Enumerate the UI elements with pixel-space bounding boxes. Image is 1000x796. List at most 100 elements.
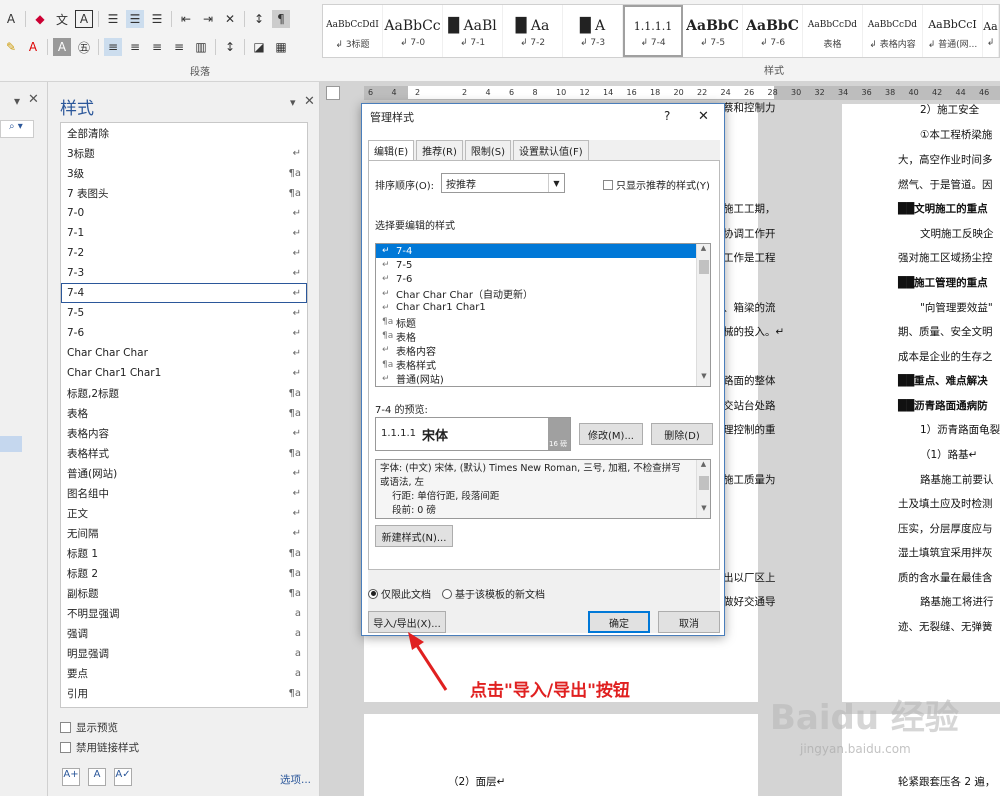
style-item[interactable]: 3级 ¶a	[61, 163, 307, 183]
listbox-item[interactable]: ¶a 标题	[376, 315, 710, 330]
style-item[interactable]: 7-6 ↵	[61, 323, 307, 343]
scroll-up-icon[interactable]: ▲	[697, 244, 710, 258]
new-style-button[interactable]: 新建样式(N)...	[375, 525, 453, 547]
nav-dropdown-icon[interactable]: ▾	[14, 94, 20, 108]
char-border-icon[interactable]: A	[75, 10, 93, 28]
options-link[interactable]: 选项...	[280, 772, 311, 787]
phonetic-guide-icon[interactable]: 文	[53, 10, 71, 28]
justify-icon[interactable]: ≡	[170, 38, 188, 56]
style-item[interactable]: 不明显强调 a	[61, 603, 307, 623]
chevron-down-icon[interactable]: ▼	[548, 174, 564, 192]
style-item[interactable]: 标题 2 ¶a	[61, 563, 307, 583]
style-item[interactable]: 图名组中 ↵	[61, 483, 307, 503]
style-item[interactable]: 表格样式 ¶a	[61, 443, 307, 463]
listbox-item[interactable]: ¶a 表格	[376, 329, 710, 344]
tab-restrict[interactable]: 限制(S)	[464, 140, 512, 160]
numbering-icon[interactable]: ☰	[126, 10, 144, 28]
chinese-layout-icon[interactable]: ✕	[221, 10, 239, 28]
align-right-icon[interactable]: ≡	[148, 38, 166, 56]
font-size-down-icon[interactable]: A	[2, 10, 20, 28]
clear-format-icon[interactable]: ◆	[31, 10, 49, 28]
checkbox-box[interactable]	[60, 742, 71, 753]
scrollbar-thumb[interactable]	[698, 476, 709, 490]
tab-recommend[interactable]: 推荐(R)	[416, 140, 463, 160]
style-item[interactable]: Char Char Char ↵	[61, 343, 307, 363]
style-item[interactable]: 3标题 ↵	[61, 143, 307, 163]
style-item[interactable]: 正文 ↵	[61, 503, 307, 523]
gallery-item[interactable]: Aa ↲	[983, 5, 999, 57]
gallery-item[interactable]: █ Aa ↲ 7-2	[503, 5, 563, 57]
style-item[interactable]: 7 表图头 ¶a	[61, 183, 307, 203]
checkbox-box[interactable]	[60, 722, 71, 733]
radio-button[interactable]	[442, 588, 452, 599]
style-item[interactable]: 强调 a	[61, 623, 307, 643]
gallery-item-selected[interactable]: 1.1.1.1 ↲ 7-4	[623, 5, 683, 57]
style-item[interactable]: 副标题 ¶a	[61, 583, 307, 603]
pane-options-icon[interactable]: ▾	[290, 96, 296, 109]
ok-button[interactable]: 确定	[588, 611, 650, 633]
help-button[interactable]: ?	[664, 109, 670, 123]
listbox-item-selected[interactable]: ↵ 7-4	[376, 244, 710, 259]
style-item[interactable]: 明显强调 a	[61, 643, 307, 663]
style-item[interactable]: 7-5 ↵	[61, 303, 307, 323]
style-item[interactable]: 表格内容 ↵	[61, 423, 307, 443]
style-item[interactable]: 7-3 ↵	[61, 263, 307, 283]
radio-this-document[interactable]: 仅限此文档	[368, 586, 431, 601]
style-item[interactable]: 要点 a	[61, 663, 307, 683]
gallery-item[interactable]: AaBbCcDd 表格	[803, 5, 863, 57]
gallery-item[interactable]: AaBbCcI ↲ 普通(网...	[923, 5, 983, 57]
multilevel-list-icon[interactable]: ☰	[148, 10, 166, 28]
align-center-icon[interactable]: ≡	[126, 38, 144, 56]
show-marks-icon[interactable]: ¶	[272, 10, 290, 28]
font-color-icon[interactable]: A	[24, 38, 42, 56]
style-item[interactable]: 表格 ¶a	[61, 403, 307, 423]
nav-search-icon[interactable]: ⌕ ▾	[0, 120, 34, 138]
style-item[interactable]: 引用 ¶a	[61, 683, 307, 703]
listbox-item[interactable]: ↵ 普通(网站)	[376, 372, 710, 386]
radio-button[interactable]	[368, 588, 378, 599]
listbox-item[interactable]: ↵ 7-6	[376, 272, 710, 286]
radio-template[interactable]: 基于该模板的新文档	[442, 586, 545, 601]
style-item[interactable]: 7-1 ↵	[61, 223, 307, 243]
tab-set-defaults[interactable]: 设置默认值(F)	[513, 140, 589, 160]
style-item[interactable]: 全部清除	[61, 123, 307, 143]
style-item[interactable]: 标题,2标题 ¶a	[61, 383, 307, 403]
gallery-item[interactable]: AaBbCcDd ↲ 表格内容	[863, 5, 923, 57]
tab-edit[interactable]: 编辑(E)	[368, 140, 415, 160]
sort-icon[interactable]: ↕	[250, 10, 268, 28]
style-item[interactable]: 标题 1 ¶a	[61, 543, 307, 563]
modify-button[interactable]: 修改(M)...	[579, 423, 643, 445]
delete-button[interactable]: 删除(D)	[651, 423, 713, 445]
pane-close-icon[interactable]: ✕	[304, 94, 315, 109]
gallery-item[interactable]: █ AaBl ↲ 7-1	[443, 5, 503, 57]
show-preview-checkbox[interactable]: 显示预览	[60, 720, 118, 735]
gallery-item[interactable]: AaBbC ↲ 7-6	[743, 5, 803, 57]
scroll-up-icon[interactable]: ▲	[697, 460, 710, 474]
listbox-item[interactable]: ↵ 表格内容	[376, 343, 710, 358]
disable-linked-checkbox[interactable]: 禁用链接样式	[60, 740, 139, 755]
increase-indent-icon[interactable]: ⇥	[199, 10, 217, 28]
decrease-indent-icon[interactable]: ⇤	[177, 10, 195, 28]
gallery-item[interactable]: AaBbCc ↲ 7-0	[383, 5, 443, 57]
shading-icon[interactable]: ◪	[250, 38, 268, 56]
listbox-scrollbar[interactable]: ▲ ▼	[696, 244, 710, 386]
gallery-item[interactable]: AaBbCcDdI ↲ 3标题	[323, 5, 383, 57]
scroll-down-icon[interactable]: ▼	[697, 504, 710, 518]
listbox-item[interactable]: ↵ Char Char1 Char1	[376, 301, 710, 315]
style-item[interactable]: 无间隔 ↵	[61, 523, 307, 543]
distributed-icon[interactable]: ▥	[192, 38, 210, 56]
style-listbox[interactable]: ↵ 7-4 ↵ 7-5 ↵ 7-6 ↵ Char Char Char（自动更新） ↵ Ch…	[375, 243, 711, 387]
borders-icon[interactable]: ▦	[272, 38, 290, 56]
show-recommended-checkbox[interactable]: 只显示推荐的样式(Y)	[603, 177, 710, 192]
document-page-bottom-left[interactable]	[364, 714, 758, 796]
style-item[interactable]: Char Char1 Char1 ↵	[61, 363, 307, 383]
align-left-icon[interactable]: ≡	[104, 38, 122, 56]
line-spacing-icon[interactable]: ↕	[221, 38, 239, 56]
horizontal-ruler[interactable]: 6 4 2 2 4 6 8 10 12 14 16 18 20 22 24 26 28 30 32 34 36 38 40 4…	[364, 86, 1000, 100]
checkbox-box[interactable]	[603, 179, 613, 190]
description-scrollbar[interactable]: ▲ ▼	[696, 460, 710, 518]
manage-styles-icon[interactable]: A✓	[114, 768, 132, 786]
style-item-selected[interactable]: 7-4 ↵	[61, 283, 307, 303]
new-style-icon[interactable]: A+	[62, 768, 80, 786]
enclose-char-icon[interactable]: ㊄	[75, 38, 93, 56]
